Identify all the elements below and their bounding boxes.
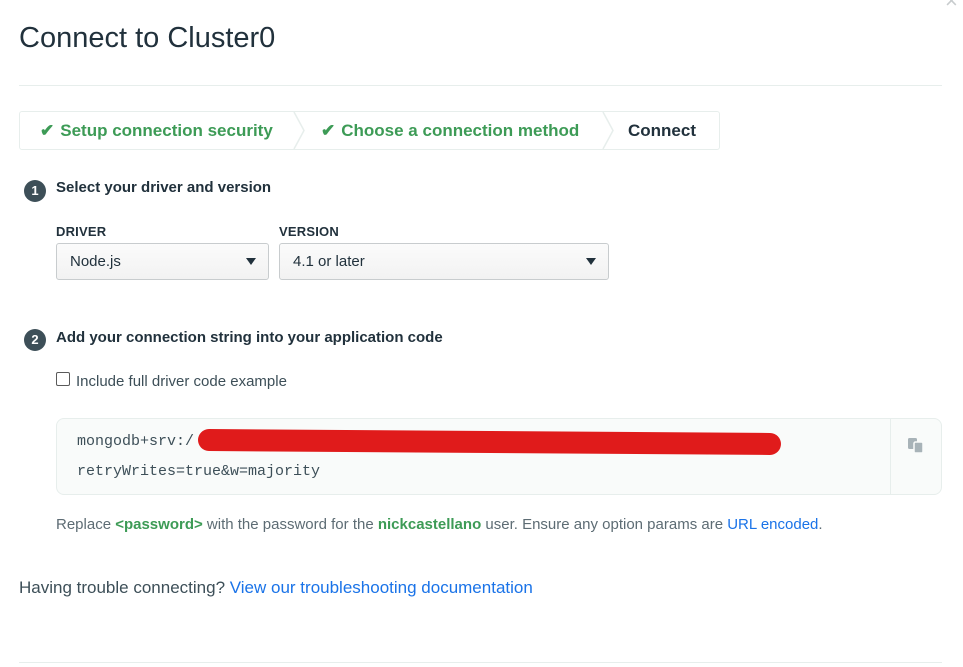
- connection-string-line-1[interactable]: mongodb+srv:/: [77, 433, 194, 450]
- step-number-badge: 2: [24, 329, 46, 351]
- driver-label: DRIVER: [56, 224, 107, 239]
- troubleshooting-link[interactable]: View our troubleshooting documentation: [230, 578, 533, 597]
- version-label: VERSION: [279, 224, 339, 239]
- caret-down-icon: [246, 258, 256, 265]
- password-placeholder: <password>: [115, 516, 203, 533]
- step-title: Add your connection string into your app…: [56, 329, 443, 346]
- check-icon: ✔: [321, 121, 336, 140]
- header-divider: [19, 85, 942, 86]
- username: nickcastellano: [377, 516, 482, 533]
- chevron-right-icon: [602, 112, 614, 149]
- breadcrumb-step-label: Setup connection security: [60, 121, 273, 140]
- footer-divider: [19, 662, 942, 663]
- driver-select[interactable]: Node.js: [56, 243, 269, 280]
- note-text: user. Ensure any option params are: [481, 516, 728, 533]
- chevron-right-icon: [293, 112, 305, 149]
- url-encoded-link[interactable]: URL encoded: [727, 516, 818, 533]
- step-title: Select your driver and version: [56, 179, 272, 196]
- version-select-value: 4.1 or later: [293, 253, 365, 270]
- connection-string-box: mongodb+srv:/ retryWrites=true&w=majorit…: [56, 418, 942, 495]
- modal-title: Connect to Cluster0: [19, 22, 276, 54]
- breadcrumb-step-method[interactable]: ✔ Choose a connection method: [321, 112, 579, 149]
- copy-icon: [908, 438, 924, 454]
- password-note: Replace <password> with the password for…: [56, 516, 823, 533]
- version-select[interactable]: 4.1 or later: [279, 243, 609, 280]
- check-icon: ✔: [40, 121, 55, 140]
- breadcrumb-step-security[interactable]: ✔ Setup connection security: [40, 112, 273, 149]
- breadcrumb-step-label: Choose a connection method: [341, 121, 580, 140]
- connection-string-line-2[interactable]: retryWrites=true&w=majority: [77, 463, 320, 480]
- checkbox-label[interactable]: Include full driver code example: [76, 373, 287, 390]
- note-text: .: [818, 516, 823, 533]
- full-driver-code-checkbox[interactable]: [56, 372, 70, 386]
- caret-down-icon: [586, 258, 596, 265]
- note-text: with the password for the: [202, 516, 378, 533]
- note-text: Replace: [56, 516, 116, 533]
- step-number-badge: 1: [24, 180, 46, 202]
- trouble-label: Having trouble connecting?: [19, 578, 230, 597]
- close-icon[interactable]: ×: [945, 0, 958, 14]
- driver-select-value: Node.js: [70, 253, 121, 270]
- troubleshooting-text: Having trouble connecting? View our trou…: [19, 578, 533, 598]
- redaction-mark: [197, 428, 782, 456]
- breadcrumb: ✔ Setup connection security ✔ Choose a con…: [19, 111, 720, 150]
- copy-button[interactable]: [890, 419, 941, 494]
- breadcrumb-step-connect: Connect: [628, 121, 696, 140]
